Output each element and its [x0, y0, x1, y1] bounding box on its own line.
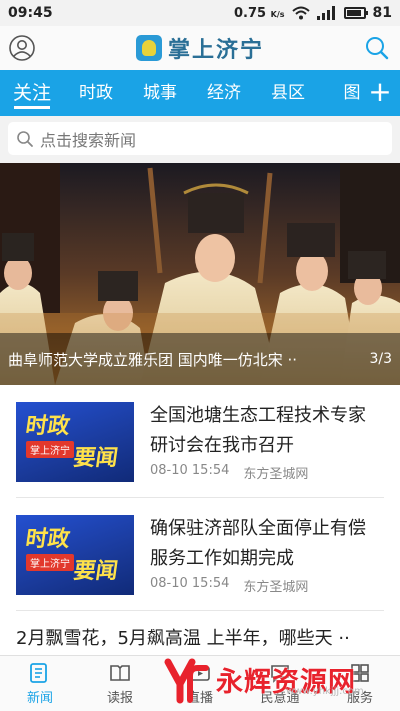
news-source: 东方圣城网 [243, 467, 309, 482]
nav-newspaper[interactable]: 读报 [80, 656, 160, 711]
nav-service-label: 服务 [346, 690, 373, 706]
news-meta: 08-10 15:54 东方圣城网 [150, 576, 308, 595]
signal-icon [316, 6, 335, 20]
network-speed-value: 0.75 [234, 5, 267, 21]
opinion-icon [271, 664, 289, 683]
thumbnail-word-1: 时政 [23, 414, 72, 439]
search-icon[interactable] [364, 35, 390, 61]
thumbnail-badge: 掌上济宁 [26, 554, 74, 571]
thumbnail-word-1: 时政 [23, 527, 72, 552]
nav-opinion[interactable]: 民意通 [240, 656, 320, 711]
nav-news[interactable]: 新闻 [0, 656, 80, 711]
search-bar: 点击搜索新闻 [0, 116, 400, 163]
app-name: 掌上济宁 [167, 37, 264, 63]
live-icon [190, 665, 210, 681]
news-icon [30, 662, 47, 683]
app-header: 掌上济宁 [0, 26, 400, 70]
status-time: 09:45 [8, 5, 53, 21]
news-thumbnail: 时政 掌上济宁 要闻 [16, 402, 134, 482]
news-date: 08-10 15:54 [150, 463, 230, 478]
featured-banner[interactable]: 曲阜师范大学成立雅乐团 国内唯一仿北宋 ·· 3/3 [0, 163, 400, 385]
nav-newspaper-label: 读报 [106, 690, 133, 706]
tab-city[interactable]: 城事 [128, 70, 192, 116]
add-tab-button[interactable]: + [360, 70, 400, 116]
status-bar: 09:45 0.75 K/s 81 [0, 0, 400, 26]
nav-service[interactable]: 服务 [320, 656, 400, 711]
news-date: 08-10 15:54 [150, 576, 230, 591]
thumbnail-badge: 掌上济宁 [26, 441, 74, 458]
user-profile-icon[interactable] [8, 34, 36, 62]
tab-counties[interactable]: 县区 [256, 70, 320, 116]
search-field-icon [17, 130, 33, 147]
news-title: 全国池塘生态工程技术专家研讨会在我市召开 [150, 405, 366, 456]
status-indicators: 0.75 K/s 81 [234, 5, 392, 21]
thumbnail-word-2: 要闻 [71, 446, 120, 471]
news-item[interactable]: 时政 掌上济宁 要闻 确保驻济部队全面停止有偿服务工作如期完成 08-10 15… [16, 498, 384, 611]
news-meta: 08-10 15:54 东方圣城网 [150, 463, 308, 482]
nav-live[interactable]: 直播 [160, 656, 240, 711]
banner-page-indicator: 3/3 [369, 351, 392, 367]
app-logo-mark [135, 35, 162, 61]
banner-caption: 曲阜师范大学成立雅乐团 国内唯一仿北宋 ·· 3/3 [0, 333, 400, 385]
bottom-nav: 新闻 读报 直播 民意通 服务 [0, 655, 400, 711]
news-list: 时政 掌上济宁 要闻 全国池塘生态工程技术专家研讨会在我市召开 08-10 15… [0, 385, 400, 663]
nav-live-label: 直播 [186, 690, 213, 706]
nav-opinion-label: 民意通 [260, 690, 300, 706]
tab-politics[interactable]: 时政 [64, 70, 128, 116]
newspaper-icon [110, 664, 130, 681]
thumbnail-word-2: 要闻 [71, 559, 120, 584]
wifi-icon [291, 6, 310, 20]
category-tabs: 关注 时政 城事 经济 县区 图 + [0, 70, 400, 116]
app-logo: 掌上济宁 [135, 32, 264, 64]
battery-level: 81 [372, 5, 392, 21]
news-title: 确保驻济部队全面停止有偿服务工作如期完成 [150, 518, 366, 569]
search-placeholder: 点击搜索新闻 [40, 130, 137, 150]
banner-title: 曲阜师范大学成立雅乐团 国内唯一仿北宋 ·· [8, 350, 298, 369]
network-speed: 0.75 K/s [234, 6, 285, 21]
tab-economy[interactable]: 经济 [192, 70, 256, 116]
news-item[interactable]: 时政 掌上济宁 要闻 全国池塘生态工程技术专家研讨会在我市召开 08-10 15… [16, 385, 384, 498]
news-title: 2月飘雪花，5月飙高温 上半年，哪些天 ·· [16, 628, 350, 649]
news-source: 东方圣城网 [243, 580, 309, 595]
news-thumbnail: 时政 掌上济宁 要闻 [16, 515, 134, 595]
nav-news-label: 新闻 [26, 690, 53, 706]
search-input[interactable]: 点击搜索新闻 [8, 122, 392, 155]
battery-icon [343, 7, 368, 19]
network-speed-unit: K/s [270, 9, 285, 19]
tab-follow[interactable]: 关注 [0, 70, 64, 116]
service-icon [351, 663, 369, 682]
